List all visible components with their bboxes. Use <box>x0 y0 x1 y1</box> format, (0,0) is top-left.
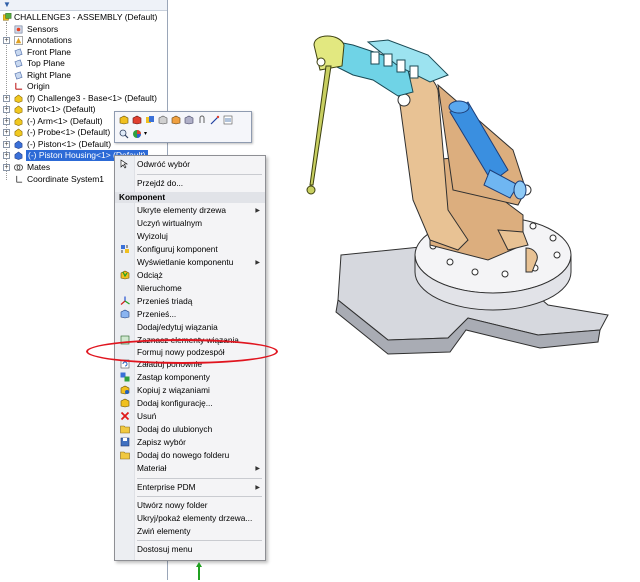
save-selection-icon <box>120 437 130 447</box>
change-transparency-icon[interactable] <box>171 115 181 125</box>
filter-icon[interactable]: ▼ <box>3 1 13 9</box>
part-icon <box>14 140 23 149</box>
menu-item-replace-components[interactable]: Zastąp komponenty <box>137 372 210 383</box>
menu-separator <box>137 174 262 175</box>
chevron-down-icon[interactable]: ▾ <box>144 129 154 139</box>
menu-item-isolate[interactable]: Wyizoluj <box>137 231 168 242</box>
submenu-arrow-icon: ▶ <box>255 208 260 214</box>
properties-icon[interactable] <box>223 115 233 125</box>
plane-icon <box>14 48 23 57</box>
expand-icon[interactable]: + <box>3 95 10 102</box>
triad-arrow-icon <box>196 562 202 580</box>
tree-filter-bar: ▼ <box>0 0 167 11</box>
zoom-to-selection-icon[interactable] <box>119 129 129 139</box>
menu-section-header: Komponent <box>115 192 265 203</box>
menu-item-add-edit-mates[interactable]: Dodaj/edytuj wiązania <box>137 322 218 333</box>
annotations-icon <box>14 36 23 45</box>
menu-item-hide-show-tree-items[interactable]: Ukryj/pokaż elementy drzewa... <box>137 513 252 524</box>
menu-item-collapse-items[interactable]: Zwiń elementy <box>137 526 191 537</box>
origin-icon <box>15 82 23 90</box>
menu-item-go-to[interactable]: Przejdź do... <box>137 178 183 189</box>
menu-separator <box>137 478 262 479</box>
copy-with-mates-icon <box>120 385 130 395</box>
open-part-icon[interactable] <box>119 115 129 125</box>
lightweight-icon <box>120 270 130 280</box>
menu-item-invert-selection[interactable]: Odwróć wybór <box>137 159 190 170</box>
menu-item-save-selection[interactable]: Zapisz wybór <box>137 437 186 448</box>
mates-icon <box>14 164 23 171</box>
suppress-icon[interactable] <box>184 115 194 125</box>
configure-component-icon <box>121 245 129 253</box>
folder-icon <box>120 451 130 460</box>
menu-separator <box>137 540 262 541</box>
expand-icon[interactable]: + <box>3 106 10 113</box>
menu-item-add-to-favorites[interactable]: Dodaj do ulubionych <box>137 424 212 435</box>
invert-selection-icon <box>120 159 128 169</box>
expand-icon[interactable]: + <box>3 37 10 44</box>
menu-item-component-display[interactable]: Wyświetlanie komponentu <box>137 257 233 268</box>
part-icon <box>14 94 23 103</box>
menu-item-create-new-folder[interactable]: Utwórz nowy folder <box>137 500 208 511</box>
triad-icon <box>120 296 130 305</box>
expand-icon[interactable]: + <box>3 118 10 125</box>
part-icon <box>14 105 23 114</box>
assembly-edit-icon[interactable] <box>145 115 155 125</box>
menu-item-material[interactable]: Materiał <box>137 463 167 474</box>
expand-icon[interactable]: + <box>3 141 10 148</box>
favorites-folder-icon <box>120 425 130 434</box>
appearance-icon[interactable] <box>132 129 142 139</box>
move-component-icon <box>120 309 130 319</box>
context-toolbar: ▾ <box>114 111 252 143</box>
menu-item-move-with-triad[interactable]: Przenieś triadą <box>137 296 192 307</box>
part-icon <box>14 128 23 137</box>
submenu-arrow-icon: ▶ <box>255 260 260 266</box>
assembly-icon <box>3 13 12 21</box>
sketch-icon[interactable] <box>210 115 220 125</box>
paperclip-icon[interactable] <box>197 115 207 125</box>
highlight-ellipse <box>86 339 278 364</box>
menu-item-fixed[interactable]: Nieruchome <box>137 283 182 294</box>
hide-component-icon[interactable] <box>158 115 168 125</box>
coordinate-system-icon <box>16 175 23 183</box>
part-icon <box>14 151 23 160</box>
edit-part-icon[interactable] <box>132 115 142 125</box>
menu-item-add-to-new-folder[interactable]: Dodaj do nowego folderu <box>137 450 229 461</box>
menu-item-make-virtual[interactable]: Uczyń wirtualnym <box>137 218 202 229</box>
probe-part <box>306 35 345 195</box>
submenu-arrow-icon: ▶ <box>255 485 260 491</box>
menu-item-customize-menu[interactable]: Dostosuj menu <box>137 544 192 555</box>
menu-separator <box>137 496 262 497</box>
menu-item-configure-component[interactable]: Konfiguruj komponent <box>137 244 218 255</box>
menu-item-delete[interactable]: Usuń <box>137 411 156 422</box>
menu-item-move[interactable]: Przenieś... <box>137 309 176 320</box>
menu-item-lightweight[interactable]: Odciąż <box>137 270 163 281</box>
expand-icon[interactable]: + <box>3 164 10 171</box>
menu-item-copy-with-mates[interactable]: Kopiuj z wiązaniami <box>137 385 210 396</box>
menu-item-hidden-tree-items[interactable]: Ukryte elementy drzewa <box>137 205 226 216</box>
expand-icon[interactable]: + <box>3 152 10 159</box>
plane-icon <box>14 59 23 68</box>
submenu-arrow-icon: ▶ <box>255 466 260 472</box>
delete-icon <box>120 411 130 421</box>
menu-item-enterprise-pdm[interactable]: Enterprise PDM <box>137 482 196 493</box>
expand-icon[interactable]: + <box>3 129 10 136</box>
sensors-icon <box>14 25 23 34</box>
add-configuration-icon <box>120 398 130 408</box>
menu-item-add-configuration[interactable]: Dodaj konfigurację... <box>137 398 213 409</box>
replace-components-icon <box>120 372 130 382</box>
part-icon <box>14 117 23 126</box>
plane-icon <box>14 71 23 80</box>
